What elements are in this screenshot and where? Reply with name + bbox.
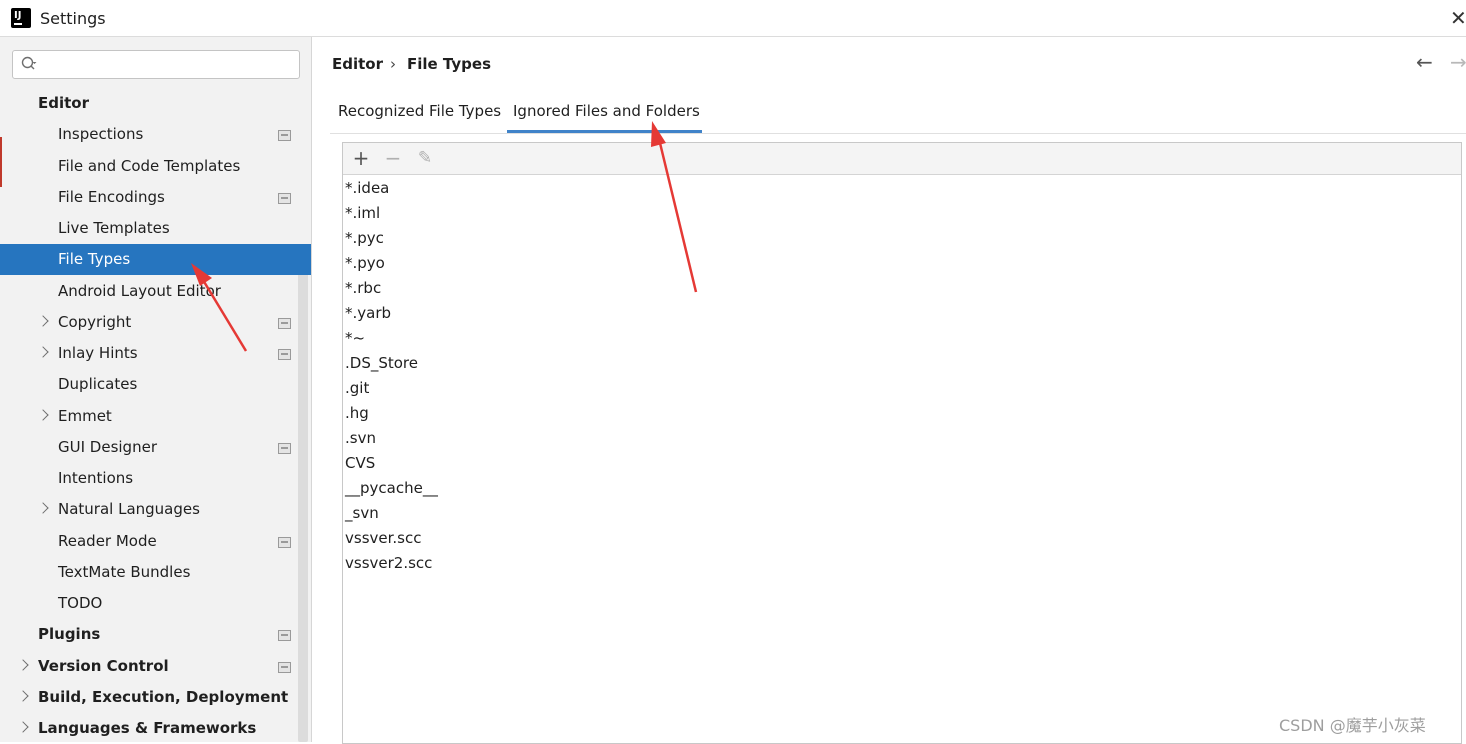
annotation-arrow-sidebar <box>191 263 248 352</box>
annotation-arrows <box>191 121 698 352</box>
annotation-arrow-tab <box>651 121 698 293</box>
